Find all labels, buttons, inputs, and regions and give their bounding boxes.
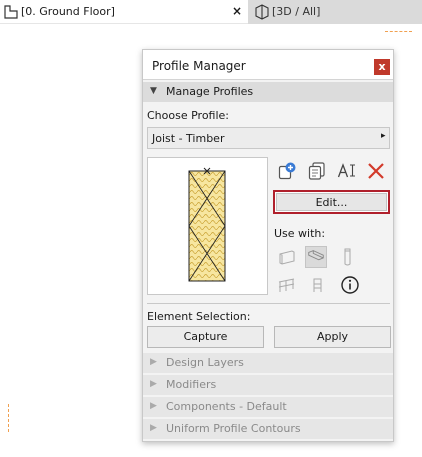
edit-profile-button[interactable]: Edit... [273, 190, 390, 214]
choose-profile-label: Choose Profile: [147, 109, 230, 122]
capture-button[interactable]: Capture [147, 326, 264, 348]
section-label: Design Layers [166, 356, 244, 369]
beam-icon [308, 250, 324, 261]
section-design-layers[interactable]: ▶ Design Layers [143, 353, 393, 373]
chevron-right-icon: ▶ [150, 379, 157, 389]
element-selection-label: Element Selection: [147, 310, 251, 323]
tab-close-button[interactable]: × [232, 4, 242, 18]
panel-title: Profile Manager [152, 59, 246, 73]
apply-button[interactable]: Apply [274, 326, 391, 348]
section-components[interactable]: ▶ Components - Default [143, 397, 393, 417]
dashed-marker [8, 404, 9, 432]
floor-plan-icon [4, 5, 18, 19]
chevron-right-icon: ▸ [381, 131, 386, 141]
handrail-icon[interactable] [307, 274, 329, 296]
railing-icon[interactable] [276, 274, 298, 296]
use-with-label: Use with: [274, 227, 326, 240]
section-manage-profiles[interactable]: ▼ Manage Profiles [143, 82, 393, 102]
tab-label: [0. Ground Floor] [21, 5, 115, 18]
section-modifiers[interactable]: ▶ Modifiers [143, 375, 393, 395]
section-label: Components - Default [166, 400, 287, 413]
chevron-right-icon: ▶ [150, 423, 157, 433]
joist-profile-drawing [188, 167, 226, 282]
duplicate-profile-icon[interactable] [307, 161, 327, 181]
new-profile-icon[interactable] [277, 161, 297, 181]
edit-button-label: Edit... [276, 193, 387, 211]
profile-dropdown[interactable]: Joist - Timber ▸ [147, 127, 390, 149]
wall-icon[interactable] [276, 246, 298, 268]
section-label: Manage Profiles [166, 85, 254, 98]
delete-profile-icon[interactable] [366, 161, 386, 181]
dashed-marker [385, 31, 412, 32]
info-icon[interactable] [339, 274, 361, 296]
3d-view-icon [255, 4, 269, 20]
divider [147, 303, 390, 304]
section-label: Modifiers [166, 378, 217, 391]
tab-3d-all[interactable]: [3D / All] [248, 0, 422, 24]
section-label: Uniform Profile Contours [166, 422, 301, 435]
chevron-right-icon: ▶ [150, 357, 157, 367]
beam-toggle[interactable] [305, 246, 327, 268]
panel-close-button[interactable]: x [374, 59, 390, 75]
tab-bar: [0. Ground Floor] × [3D / All] [0, 0, 422, 24]
chevron-down-icon: ▼ [150, 86, 157, 96]
column-icon[interactable] [337, 246, 359, 268]
rename-profile-icon[interactable] [337, 161, 357, 181]
profile-manager-panel: Profile Manager x ▼ Manage Profiles Choo… [142, 49, 394, 442]
panel-title-bar[interactable]: Profile Manager x [143, 50, 393, 80]
section-uniform-profile-contours[interactable]: ▶ Uniform Profile Contours [143, 419, 393, 439]
profile-dropdown-value: Joist - Timber [152, 132, 225, 145]
tab-ground-floor[interactable]: [0. Ground Floor] × [0, 0, 248, 24]
chevron-right-icon: ▶ [150, 401, 157, 411]
profile-preview [147, 157, 268, 295]
tab-label: [3D / All] [272, 5, 321, 18]
